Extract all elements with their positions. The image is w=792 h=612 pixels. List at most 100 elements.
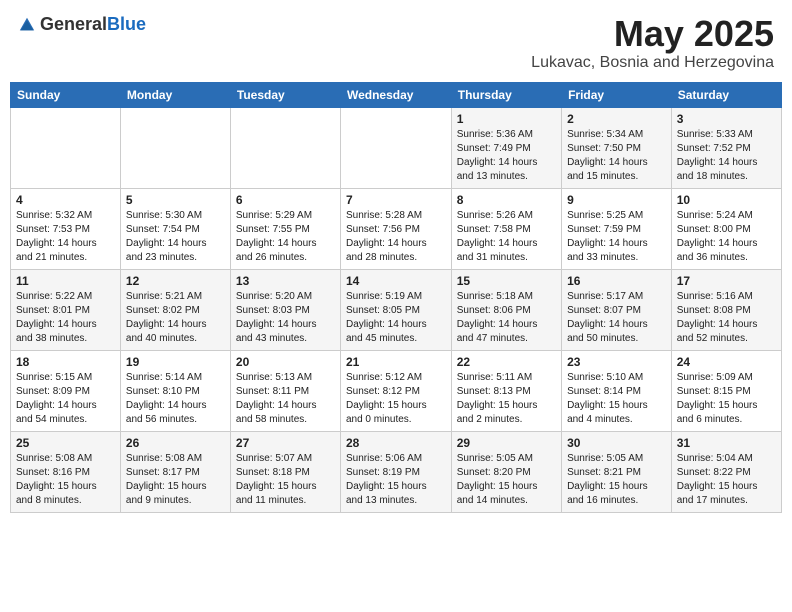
- location-title: Lukavac, Bosnia and Herzegovina: [531, 54, 774, 72]
- day-cell-10: 10Sunrise: 5:24 AM Sunset: 8:00 PM Dayli…: [671, 188, 781, 269]
- day-cell-4: 4Sunrise: 5:32 AM Sunset: 7:53 PM Daylig…: [11, 188, 121, 269]
- day-cell-24: 24Sunrise: 5:09 AM Sunset: 8:15 PM Dayli…: [671, 350, 781, 431]
- cell-content: Sunrise: 5:04 AM Sunset: 8:22 PM Dayligh…: [677, 452, 776, 508]
- week-row-2: 4Sunrise: 5:32 AM Sunset: 7:53 PM Daylig…: [11, 188, 782, 269]
- day-cell-14: 14 Sunrise: 5:19 AM Sunset: 8:05 PM Dayli…: [340, 269, 451, 350]
- day-cell-5: 5 Sunrise: 5:30 AM Sunset: 7:54 PM Daylig…: [120, 188, 230, 269]
- day-cell-18: 18 Sunrise: 5:15 AM Sunset: 8:09 PM Dayli…: [11, 350, 121, 431]
- day-number: 23: [567, 355, 666, 369]
- day-number: 17: [677, 274, 776, 288]
- day-cell-16: 16 Sunrise: 5:17 AM Sunset: 8:07 PM Dayli…: [562, 269, 672, 350]
- day-cell-7: 7Sunrise: 5:28 AM Sunset: 7:56 PM Daylig…: [340, 188, 451, 269]
- day-cell-3: 3 Sunrise: 5:33 AM Sunset: 7:52 PM Daylig…: [671, 107, 781, 188]
- cell-content: Sunrise: 5:30 AM Sunset: 7:54 PM Dayligh…: [126, 209, 225, 265]
- day-cell-29: 29 Sunrise: 5:05 AM Sunset: 8:20 PM Dayli…: [451, 431, 561, 512]
- day-number: 9: [567, 193, 666, 207]
- empty-cell: [11, 107, 121, 188]
- calendar-table: SundayMondayTuesdayWednesdayThursdayFrid…: [10, 82, 782, 513]
- cell-content: Sunrise: 5:14 AM Sunset: 8:10 PM Dayligh…: [126, 371, 225, 427]
- cell-content: Sunrise: 5:20 AM Sunset: 8:03 PM Dayligh…: [236, 290, 335, 346]
- day-number: 15: [457, 274, 556, 288]
- day-cell-19: 19 Sunrise: 5:14 AM Sunset: 8:10 PM Dayli…: [120, 350, 230, 431]
- day-number: 8: [457, 193, 556, 207]
- cell-content: Sunrise: 5:28 AM Sunset: 7:56 PM Dayligh…: [346, 209, 446, 265]
- day-cell-11: 11 Sunrise: 5:22 AM Sunset: 8:01 PM Dayli…: [11, 269, 121, 350]
- cell-content: Sunrise: 5:16 AM Sunset: 8:08 PM Dayligh…: [677, 290, 776, 346]
- week-row-3: 11 Sunrise: 5:22 AM Sunset: 8:01 PM Dayli…: [11, 269, 782, 350]
- day-cell-6: 6 Sunrise: 5:29 AM Sunset: 7:55 PM Daylig…: [230, 188, 340, 269]
- cell-content: Sunrise: 5:05 AM Sunset: 8:20 PM Dayligh…: [457, 452, 556, 508]
- cell-content: Sunrise: 5:11 AM Sunset: 8:13 PM Dayligh…: [457, 371, 556, 427]
- cell-content: Sunrise: 5:36 AM Sunset: 7:49 PM Dayligh…: [457, 128, 556, 184]
- day-cell-30: 30 Sunrise: 5:05 AM Sunset: 8:21 PM Dayli…: [562, 431, 672, 512]
- logo: GeneralBlue: [18, 14, 146, 35]
- weekday-header-thursday: Thursday: [451, 82, 561, 107]
- day-cell-27: 27 Sunrise: 5:07 AM Sunset: 8:18 PM Dayli…: [230, 431, 340, 512]
- cell-content: Sunrise: 5:13 AM Sunset: 8:11 PM Dayligh…: [236, 371, 335, 427]
- weekday-header-row: SundayMondayTuesdayWednesdayThursdayFrid…: [11, 82, 782, 107]
- day-number: 16: [567, 274, 666, 288]
- day-number: 28: [346, 436, 446, 450]
- day-cell-20: 20 Sunrise: 5:13 AM Sunset: 8:11 PM Dayli…: [230, 350, 340, 431]
- day-number: 3: [677, 112, 776, 126]
- week-row-4: 18 Sunrise: 5:15 AM Sunset: 8:09 PM Dayli…: [11, 350, 782, 431]
- day-number: 27: [236, 436, 335, 450]
- logo-icon: [18, 16, 36, 34]
- empty-cell: [230, 107, 340, 188]
- cell-content: Sunrise: 5:17 AM Sunset: 8:07 PM Dayligh…: [567, 290, 666, 346]
- logo-text-blue: Blue: [107, 14, 146, 34]
- day-number: 24: [677, 355, 776, 369]
- day-cell-21: 21 Sunrise: 5:12 AM Sunset: 8:12 PM Dayli…: [340, 350, 451, 431]
- day-number: 11: [16, 274, 115, 288]
- day-cell-13: 13 Sunrise: 5:20 AM Sunset: 8:03 PM Dayli…: [230, 269, 340, 350]
- cell-content: Sunrise: 5:12 AM Sunset: 8:12 PM Dayligh…: [346, 371, 446, 427]
- day-cell-1: 1 Sunrise: 5:36 AM Sunset: 7:49 PM Daylig…: [451, 107, 561, 188]
- day-cell-22: 22 Sunrise: 5:11 AM Sunset: 8:13 PM Dayli…: [451, 350, 561, 431]
- week-row-5: 25Sunrise: 5:08 AM Sunset: 8:16 PM Dayli…: [11, 431, 782, 512]
- title-block: May 2025 Lukavac, Bosnia and Herzegovina: [531, 14, 774, 72]
- empty-cell: [340, 107, 451, 188]
- day-cell-31: 31 Sunrise: 5:04 AM Sunset: 8:22 PM Dayli…: [671, 431, 781, 512]
- cell-content: Sunrise: 5:29 AM Sunset: 7:55 PM Dayligh…: [236, 209, 335, 265]
- day-number: 21: [346, 355, 446, 369]
- header: GeneralBlue May 2025 Lukavac, Bosnia and…: [10, 10, 782, 76]
- day-number: 13: [236, 274, 335, 288]
- day-cell-25: 25Sunrise: 5:08 AM Sunset: 8:16 PM Dayli…: [11, 431, 121, 512]
- day-cell-26: 26Sunrise: 5:08 AM Sunset: 8:17 PM Dayli…: [120, 431, 230, 512]
- day-number: 18: [16, 355, 115, 369]
- cell-content: Sunrise: 5:05 AM Sunset: 8:21 PM Dayligh…: [567, 452, 666, 508]
- day-number: 2: [567, 112, 666, 126]
- cell-content: Sunrise: 5:08 AM Sunset: 8:17 PM Dayligh…: [126, 452, 225, 508]
- day-number: 29: [457, 436, 556, 450]
- cell-content: Sunrise: 5:18 AM Sunset: 8:06 PM Dayligh…: [457, 290, 556, 346]
- cell-content: Sunrise: 5:32 AM Sunset: 7:53 PM Dayligh…: [16, 209, 115, 265]
- weekday-header-friday: Friday: [562, 82, 672, 107]
- day-number: 5: [126, 193, 225, 207]
- day-number: 30: [567, 436, 666, 450]
- day-number: 12: [126, 274, 225, 288]
- weekday-header-tuesday: Tuesday: [230, 82, 340, 107]
- day-number: 1: [457, 112, 556, 126]
- day-number: 14: [346, 274, 446, 288]
- day-cell-9: 9Sunrise: 5:25 AM Sunset: 7:59 PM Daylig…: [562, 188, 672, 269]
- day-cell-17: 17 Sunrise: 5:16 AM Sunset: 8:08 PM Dayli…: [671, 269, 781, 350]
- weekday-header-wednesday: Wednesday: [340, 82, 451, 107]
- day-cell-8: 8 Sunrise: 5:26 AM Sunset: 7:58 PM Daylig…: [451, 188, 561, 269]
- day-number: 19: [126, 355, 225, 369]
- day-cell-2: 2Sunrise: 5:34 AM Sunset: 7:50 PM Daylig…: [562, 107, 672, 188]
- day-number: 20: [236, 355, 335, 369]
- day-number: 22: [457, 355, 556, 369]
- cell-content: Sunrise: 5:33 AM Sunset: 7:52 PM Dayligh…: [677, 128, 776, 184]
- day-number: 6: [236, 193, 335, 207]
- day-cell-15: 15 Sunrise: 5:18 AM Sunset: 8:06 PM Dayli…: [451, 269, 561, 350]
- day-number: 31: [677, 436, 776, 450]
- cell-content: Sunrise: 5:15 AM Sunset: 8:09 PM Dayligh…: [16, 371, 115, 427]
- cell-content: Sunrise: 5:26 AM Sunset: 7:58 PM Dayligh…: [457, 209, 556, 265]
- day-number: 10: [677, 193, 776, 207]
- cell-content: Sunrise: 5:22 AM Sunset: 8:01 PM Dayligh…: [16, 290, 115, 346]
- cell-content: Sunrise: 5:21 AM Sunset: 8:02 PM Dayligh…: [126, 290, 225, 346]
- day-cell-23: 23Sunrise: 5:10 AM Sunset: 8:14 PM Dayli…: [562, 350, 672, 431]
- cell-content: Sunrise: 5:07 AM Sunset: 8:18 PM Dayligh…: [236, 452, 335, 508]
- day-cell-12: 12 Sunrise: 5:21 AM Sunset: 8:02 PM Dayli…: [120, 269, 230, 350]
- cell-content: Sunrise: 5:19 AM Sunset: 8:05 PM Dayligh…: [346, 290, 446, 346]
